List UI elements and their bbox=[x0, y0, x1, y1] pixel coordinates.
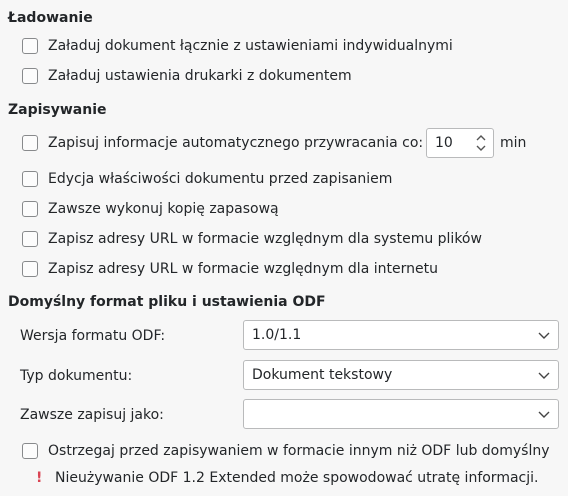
checkbox-edit-properties[interactable] bbox=[22, 171, 38, 187]
label-document-type: Typ dokumentu: bbox=[20, 368, 133, 384]
label-always-save-as: Zawsze zapisuj jako: bbox=[20, 407, 164, 423]
section-title-odf: Domyślny format pliku i ustawienia ODF bbox=[8, 294, 326, 310]
document-type-value: Dokument tekstowy bbox=[252, 367, 393, 383]
autorecovery-minutes-value: 10 bbox=[435, 135, 453, 151]
odf-version-combo[interactable]: 1.0/1.1 bbox=[243, 320, 559, 350]
label-odf-version: Wersja formatu ODF: bbox=[20, 328, 166, 344]
label-relative-url-filesystem: Zapisz adresy URL w formacie względnym d… bbox=[48, 231, 482, 247]
label-autorecovery: Zapisuj informacje automatycznego przywr… bbox=[48, 135, 424, 151]
section-title-loading: Ładowanie bbox=[8, 10, 93, 26]
checkbox-warn-non-odf[interactable] bbox=[22, 443, 38, 459]
chevron-down-icon bbox=[538, 411, 550, 418]
warning-text: Nieużywanie ODF 1.2 Extended może spowod… bbox=[55, 470, 539, 486]
checkbox-relative-url-filesystem[interactable] bbox=[22, 231, 38, 247]
chevron-down-icon bbox=[538, 332, 550, 339]
exclamation-icon: ! bbox=[36, 470, 43, 486]
section-title-saving: Zapisywanie bbox=[8, 102, 107, 118]
checkbox-load-printer-settings[interactable] bbox=[22, 68, 38, 84]
checkbox-always-backup[interactable] bbox=[22, 201, 38, 217]
checkbox-autorecovery[interactable] bbox=[22, 135, 38, 151]
label-always-backup: Zawsze wykonuj kopię zapasową bbox=[48, 201, 279, 217]
odf-version-value: 1.0/1.1 bbox=[252, 327, 302, 343]
label-warn-non-odf: Ostrzegaj przed zapisywaniem w formacie … bbox=[48, 443, 550, 459]
label-edit-properties: Edycja właściwości dokumentu przed zapis… bbox=[48, 171, 393, 187]
autorecovery-minutes-spinbox[interactable]: 10 bbox=[426, 128, 494, 158]
label-load-user-settings: Załaduj dokument łącznie z ustawieniami … bbox=[48, 38, 453, 54]
label-load-printer-settings: Załaduj ustawienia drukarki z dokumentem bbox=[48, 68, 352, 84]
chevron-down-icon bbox=[538, 372, 550, 379]
label-relative-url-internet: Zapisz adresy URL w formacie względnym d… bbox=[48, 261, 438, 277]
autorecovery-unit: min bbox=[500, 135, 527, 151]
checkbox-load-user-settings[interactable] bbox=[22, 38, 38, 54]
checkbox-relative-url-internet[interactable] bbox=[22, 261, 38, 277]
spin-up-down-icon[interactable] bbox=[475, 132, 487, 154]
always-save-as-combo[interactable] bbox=[243, 399, 559, 429]
document-type-combo[interactable]: Dokument tekstowy bbox=[243, 360, 559, 390]
